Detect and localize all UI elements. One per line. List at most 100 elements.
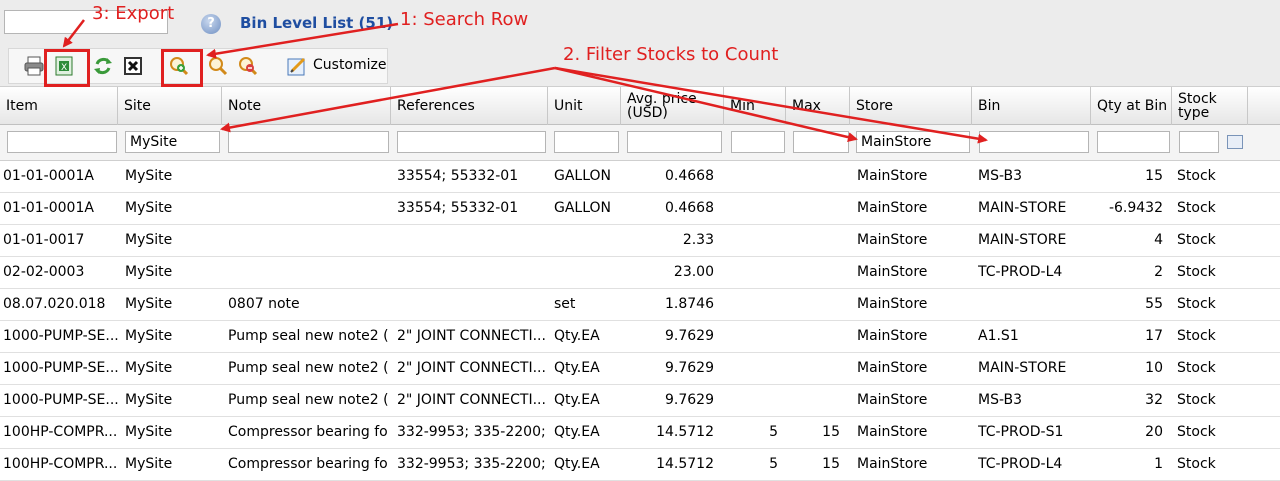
refresh-button[interactable] (91, 54, 115, 78)
customize-button[interactable] (285, 54, 309, 78)
cell-stock-type: Stock (1177, 264, 1216, 280)
table-row[interactable]: 1000-PUMP-SE... MySite Pump seal new note2… (0, 353, 1280, 385)
col-header-qty-at-bin[interactable]: Qty at Bin (1091, 87, 1172, 125)
cell-max (790, 289, 840, 321)
cell-avg-price: 14.5712 (656, 424, 714, 440)
table-row[interactable]: 01-01-0001A MySite 33554; 55332-01 GALLON 0.… (0, 193, 1280, 225)
cell-qty: 55 (1145, 296, 1163, 312)
refresh-icon (94, 57, 112, 75)
filter-max-input[interactable] (793, 131, 849, 153)
cell-min (728, 321, 778, 353)
filter-min-input[interactable] (731, 131, 785, 153)
grid-header: Item Site Note References Unit Avg. pric… (0, 87, 1280, 125)
help-icon[interactable]: ? (201, 14, 221, 34)
col-header-item[interactable]: Item (0, 87, 118, 125)
cell-stock-type: Stock (1177, 328, 1216, 344)
cell-stock-type: Stock (1177, 424, 1216, 440)
cell-stock-type: Stock (1177, 200, 1216, 216)
print-button[interactable] (22, 54, 46, 78)
filter-unit-input[interactable] (554, 131, 619, 153)
grid-settings-icon[interactable] (1227, 135, 1243, 149)
col-header-min[interactable]: Min (724, 87, 786, 125)
cell-references: 2" JOINT CONNECTI... (397, 360, 545, 376)
cell-note: Pump seal new note2 (... (228, 392, 388, 408)
cell-min: 5 (769, 456, 778, 472)
cell-avg-price: 23.00 (673, 264, 714, 280)
cell-note: Pump seal new note2 (... (228, 360, 388, 376)
printer-icon (24, 56, 44, 76)
col-header-note[interactable]: Note (222, 87, 391, 125)
cell-avg-price: 0.4668 (665, 200, 714, 216)
cell-store: MainStore (857, 200, 928, 216)
filter-row: MySite MainStore (0, 125, 1280, 161)
col-header-avg-price[interactable]: Avg. price (USD) (621, 87, 724, 125)
search-row-highlight-box (161, 49, 203, 87)
cell-item: 1000-PUMP-SE... (3, 360, 118, 376)
cell-stock-type: Stock (1177, 232, 1216, 248)
search-button[interactable] (206, 54, 230, 78)
cell-unit (554, 225, 620, 257)
annotation-export: 3: Export (92, 3, 175, 24)
col-header-site[interactable]: Site (118, 87, 222, 125)
cell-unit: Qty.EA (554, 360, 600, 376)
table-row[interactable]: 08.07.020.018 MySite 0807 note set 1.8746 Mai… (0, 289, 1280, 321)
filter-note-input[interactable] (228, 131, 389, 153)
col-header-stock-type[interactable]: Stock type (1172, 87, 1248, 125)
table-row[interactable]: 100HP-COMPR... MySite Compressor bearing f… (0, 449, 1280, 481)
export-highlight-box (44, 49, 90, 87)
table-row[interactable]: 02-02-0003 MySite 23.00 MainStore TC-PROD-L4… (0, 257, 1280, 289)
cell-references (397, 257, 545, 289)
cell-site: MySite (125, 456, 173, 472)
filter-qty-input[interactable] (1097, 131, 1170, 153)
filter-avg-price-input[interactable] (627, 131, 722, 153)
cell-store: MainStore (857, 264, 928, 280)
cell-max (790, 161, 840, 193)
table-row[interactable]: 100HP-COMPR... MySite Compressor bearing f… (0, 417, 1280, 449)
col-header-max[interactable]: Max (786, 87, 850, 125)
cell-references (397, 289, 545, 321)
cell-note (228, 257, 388, 289)
filter-site-input[interactable]: MySite (125, 131, 220, 153)
col-header-store[interactable]: Store (850, 87, 972, 125)
cell-store: MainStore (857, 392, 928, 408)
cell-unit: Qty.EA (554, 456, 600, 472)
cell-references: 2" JOINT CONNECTI... (397, 392, 545, 408)
cell-min (728, 353, 778, 385)
table-row[interactable]: 01-01-0001A MySite 33554; 55332-01 GALLON 0.… (0, 161, 1280, 193)
col-header-references[interactable]: References (391, 87, 548, 125)
cell-qty: 2 (1154, 264, 1163, 280)
cell-references: 33554; 55332-01 (397, 200, 519, 216)
clear-search-button[interactable] (236, 54, 260, 78)
customize-label[interactable]: Customize (313, 57, 387, 73)
cell-max: 15 (822, 424, 840, 440)
cell-min: 5 (769, 424, 778, 440)
filter-store-input[interactable]: MainStore (856, 131, 970, 153)
clear-button[interactable] (121, 54, 145, 78)
cell-references: 332-9953; 335-2200;... (397, 456, 545, 472)
cell-store: MainStore (857, 296, 928, 312)
filter-item-input[interactable] (7, 131, 117, 153)
table-row[interactable]: 1000-PUMP-SE... MySite Pump seal new note2… (0, 321, 1280, 353)
cell-min (728, 385, 778, 417)
cell-min (728, 225, 778, 257)
filter-references-input[interactable] (397, 131, 546, 153)
table-row[interactable]: 1000-PUMP-SE... MySite Pump seal new note2… (0, 385, 1280, 417)
cell-unit: Qty.EA (554, 424, 600, 440)
col-header-bin[interactable]: Bin (972, 87, 1091, 125)
cell-references: 33554; 55332-01 (397, 168, 519, 184)
cell-store: MainStore (857, 424, 928, 440)
filter-bin-input[interactable] (979, 131, 1089, 153)
table-row[interactable]: 01-01-0017 MySite 2.33 MainStore MAIN-STORE 4… (0, 225, 1280, 257)
cell-min (728, 193, 778, 225)
cell-item: 1000-PUMP-SE... (3, 392, 118, 408)
filter-stock-type-input[interactable] (1179, 131, 1219, 153)
cell-min (728, 289, 778, 321)
cell-site: MySite (125, 200, 173, 216)
cell-qty: 4 (1154, 232, 1163, 248)
cell-stock-type: Stock (1177, 168, 1216, 184)
cell-bin: MAIN-STORE (978, 200, 1067, 216)
cell-site: MySite (125, 168, 173, 184)
cell-unit: set (554, 296, 576, 312)
cell-avg-price: 9.7629 (665, 328, 714, 344)
col-header-unit[interactable]: Unit (548, 87, 621, 125)
